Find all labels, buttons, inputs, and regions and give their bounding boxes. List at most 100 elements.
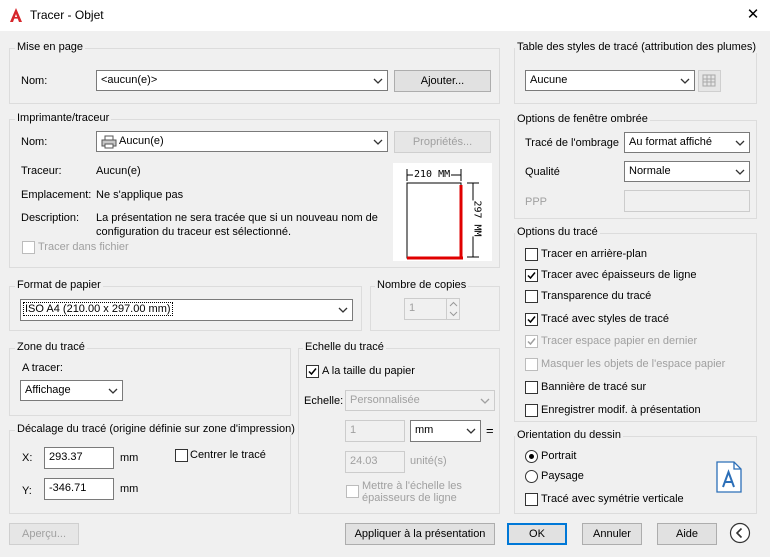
upside-down-checkbox[interactable] xyxy=(525,493,538,506)
landscape-radio[interactable] xyxy=(525,470,538,483)
plot-background-checkbox[interactable] xyxy=(525,248,538,261)
portrait-page-icon xyxy=(716,461,742,493)
plot-transparency-checkbox[interactable] xyxy=(525,290,538,303)
quality-dropdown[interactable]: Normale xyxy=(624,161,750,182)
description-line-2: configuration du traceur est sélectionné… xyxy=(96,226,292,238)
scale-lineweights-checkbox[interactable] xyxy=(346,485,359,498)
save-to-layout-label: Enregistrer modif. à présentation xyxy=(541,404,701,416)
scale-unit-dropdown[interactable]: mm xyxy=(410,420,481,442)
offset-x-input[interactable]: 293.37 xyxy=(44,447,114,469)
scale-dropdown[interactable]: Personnalisée xyxy=(345,390,495,411)
scale-value: Personnalisée xyxy=(350,394,420,406)
offset-y-input[interactable]: -346.71 xyxy=(44,478,114,500)
plot-options-title: Options du tracé xyxy=(515,226,600,238)
plot-with-styles-label: Tracé avec styles de tracé xyxy=(541,313,669,325)
plot-lineweights-checkbox[interactable] xyxy=(525,269,538,282)
plot-what-label: A tracer: xyxy=(22,362,63,374)
chevron-down-icon xyxy=(735,169,745,175)
page-setup-name-value: <aucun(e)> xyxy=(101,74,158,86)
location-value: Ne s'applique pas xyxy=(96,189,184,201)
printer-name-value: Aucun(e) xyxy=(119,135,164,147)
upside-down-label: Tracé avec symétrie verticale xyxy=(541,493,684,505)
plot-offset-group xyxy=(9,430,291,514)
scale-value1-input[interactable]: 1 xyxy=(345,420,405,442)
page-setup-title: Mise en page xyxy=(15,41,86,53)
edit-plot-style-button[interactable] xyxy=(698,70,721,92)
copies-title: Nombre de copies xyxy=(375,279,469,291)
add-page-setup-button[interactable]: Ajouter... xyxy=(394,70,491,92)
plot-stamp-checkbox[interactable] xyxy=(525,381,538,394)
shade-plot-value: Au format affiché xyxy=(629,136,712,148)
plot-lineweights-label: Tracer avec épaisseurs de ligne xyxy=(541,269,697,281)
center-plot-checkbox[interactable] xyxy=(175,449,188,462)
orientation-title: Orientation du dessin xyxy=(515,429,623,441)
fit-to-paper-checkbox[interactable] xyxy=(306,365,319,378)
chevron-down-icon xyxy=(466,428,476,434)
close-button[interactable]: ✕ xyxy=(742,4,764,26)
plot-style-table-dropdown[interactable]: Aucune xyxy=(525,70,695,91)
ok-button[interactable]: OK xyxy=(507,523,567,545)
shaded-viewport-title: Options de fenêtre ombrée xyxy=(515,113,650,125)
paper-size-dropdown[interactable]: ISO A4 (210.00 x 297.00 mm) xyxy=(20,299,353,321)
window-title: Tracer - Objet xyxy=(30,8,104,22)
scale-label: Echelle: xyxy=(304,395,344,407)
offset-y-label: Y: xyxy=(22,485,32,497)
chevron-down-icon xyxy=(680,78,690,84)
shade-plot-dropdown[interactable]: Au format affiché xyxy=(624,132,750,153)
printer-properties-button[interactable]: Propriétés... xyxy=(394,131,491,153)
scale-lineweights-line2: épaisseurs de ligne xyxy=(362,492,457,504)
plot-what-value: Affichage xyxy=(25,384,71,396)
save-to-layout-checkbox[interactable] xyxy=(525,404,538,417)
apply-to-layout-button[interactable]: Appliquer à la présentation xyxy=(345,523,495,545)
portrait-radio[interactable] xyxy=(525,450,538,463)
printer-name-dropdown[interactable]: Aucun(e) xyxy=(96,131,388,152)
location-label: Emplacement: xyxy=(21,189,92,201)
cancel-button[interactable]: Annuler xyxy=(582,523,642,545)
preview-height-label: 297 MM xyxy=(471,200,483,237)
paperspace-last-checkbox[interactable] xyxy=(525,335,538,348)
copies-value: 1 xyxy=(409,302,416,314)
collapse-options-icon[interactable] xyxy=(729,522,751,544)
description-line-1: La présentation ne sera tracée que si un… xyxy=(96,212,378,224)
paperspace-last-label: Tracer espace papier en dernier xyxy=(541,335,698,347)
dpi-input[interactable] xyxy=(624,190,750,212)
scale-value2-input[interactable]: 24.03 xyxy=(345,451,405,473)
plot-background-label: Tracer en arrière-plan xyxy=(541,248,647,260)
plot-stamp-label: Bannière de tracé sur xyxy=(541,381,647,393)
help-button[interactable]: Aide xyxy=(657,523,717,545)
hide-paperspace-objects-checkbox[interactable] xyxy=(525,358,538,371)
plot-offset-title: Décalage du tracé (origine définie sur z… xyxy=(15,423,297,435)
fit-to-paper-label: A la taille du papier xyxy=(322,365,415,377)
paper-size-value: ISO A4 (210.00 x 297.00 mm) xyxy=(23,302,173,316)
shade-plot-label: Tracé de l'ombrage xyxy=(525,137,620,149)
plot-to-file-label: Tracer dans fichier xyxy=(38,241,129,253)
preview-button[interactable]: Aperçu... xyxy=(9,523,79,545)
plotter-label: Traceur: xyxy=(21,165,62,177)
scale-value1: 1 xyxy=(350,424,357,436)
preview-width-label: 210 MM xyxy=(413,169,452,180)
plot-to-file-checkbox[interactable] xyxy=(22,241,35,254)
page-setup-name-dropdown[interactable]: <aucun(e)> xyxy=(96,70,388,91)
copies-spinner[interactable]: 1 xyxy=(404,298,460,320)
plot-area-title: Zone du tracé xyxy=(15,341,87,353)
check-icon xyxy=(308,368,317,376)
copies-spinner-arrows[interactable] xyxy=(446,299,459,319)
dpi-label: PPP xyxy=(525,196,548,208)
offset-y-unit: mm xyxy=(120,483,139,495)
radio-selected-dot xyxy=(529,454,534,459)
plot-with-styles-checkbox[interactable] xyxy=(525,313,538,326)
description-label: Description: xyxy=(21,212,80,224)
scale-unit2-label: unité(s) xyxy=(410,455,447,467)
chevron-down-icon xyxy=(735,140,745,146)
offset-x-value: 293.37 xyxy=(49,451,83,463)
chevron-down-icon xyxy=(480,398,490,404)
check-icon xyxy=(527,272,536,280)
chevron-down-icon xyxy=(373,139,383,145)
scale-lineweights-line1: Mettre à l'échelle les xyxy=(362,480,462,492)
printer-group-title: Imprimante/traceur xyxy=(15,112,112,124)
paper-size-title: Format de papier xyxy=(15,279,103,291)
offset-y-value: -346.71 xyxy=(49,482,87,494)
printer-icon xyxy=(101,135,117,149)
plot-what-dropdown[interactable]: Affichage xyxy=(20,380,123,401)
landscape-label: Paysage xyxy=(541,470,584,482)
